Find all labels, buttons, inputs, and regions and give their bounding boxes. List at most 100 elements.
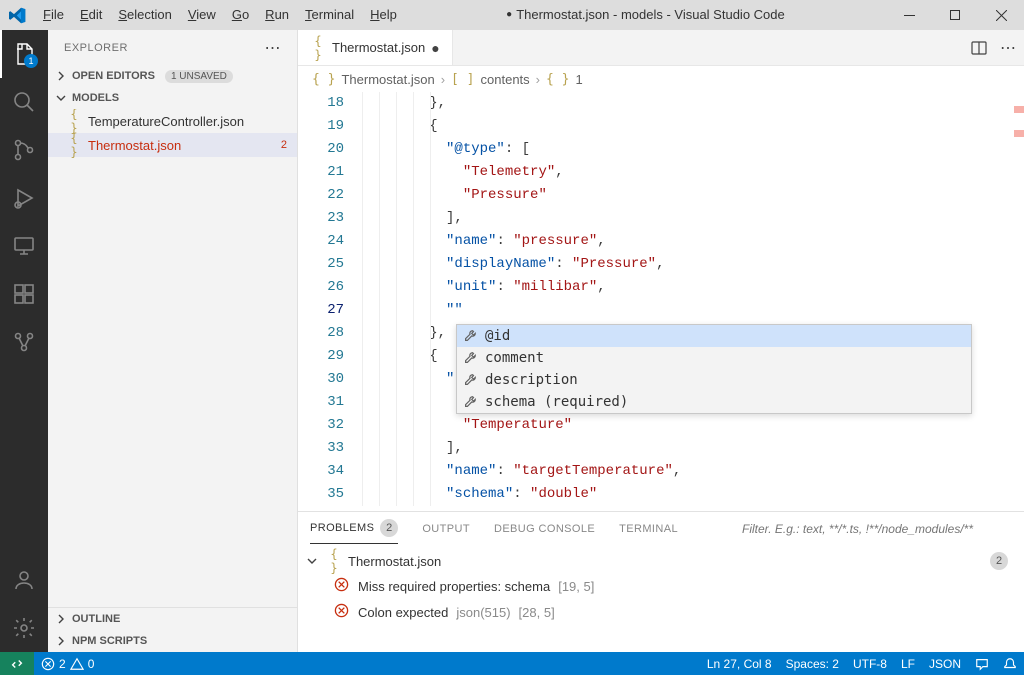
json-icon: { } (312, 72, 335, 87)
panel-tabs: PROBLEMS 2 OUTPUT DEBUG CONSOLE TERMINAL (298, 512, 1024, 545)
menu-view[interactable]: View (180, 0, 224, 30)
code-line[interactable]: }, (362, 92, 1024, 115)
file-problem-badge: 2 (990, 552, 1008, 570)
suggest-item[interactable]: description (457, 369, 971, 391)
activity-extensions[interactable] (0, 270, 48, 318)
activity-settings[interactable] (0, 604, 48, 652)
window-controls (886, 0, 1024, 30)
status-errors[interactable]: 2 0 (34, 652, 101, 675)
menu-bar: File Edit Selection View Go Run Terminal… (35, 0, 405, 30)
status-feedback[interactable] (968, 652, 996, 675)
wrench-icon (463, 351, 479, 365)
chevron-down-icon (306, 555, 320, 567)
sidebar-more-icon[interactable]: ⋯ (265, 38, 282, 58)
activity-bottom (0, 556, 48, 652)
vscode-logo-icon (0, 7, 35, 24)
line-gutter: 181920212223242526272829303132333435 (298, 92, 362, 511)
suggest-item[interactable]: schema (required) (457, 391, 971, 413)
code-line[interactable]: "Telemetry", (362, 161, 1024, 184)
overview-ruler[interactable] (1008, 92, 1024, 472)
error-icon (334, 603, 350, 621)
minimize-button[interactable] (886, 0, 932, 30)
activity-debug[interactable] (0, 174, 48, 222)
suggest-item[interactable]: comment (457, 347, 971, 369)
menu-file[interactable]: File (35, 0, 72, 30)
activity-search[interactable] (0, 78, 48, 126)
file-list: { }TemperatureController.json{ }Thermost… (48, 109, 297, 607)
tab-actions: ⋯ (960, 30, 1024, 65)
problem-item[interactable]: Miss required properties: schema[19, 5] (306, 573, 1016, 599)
npm-scripts-section[interactable]: NPM SCRIPTS (48, 630, 297, 652)
json-icon: { } (310, 34, 326, 62)
status-spaces[interactable]: Spaces: 2 (779, 652, 846, 675)
menu-go[interactable]: Go (224, 0, 257, 30)
json-icon: { } (66, 131, 82, 159)
code-line[interactable]: ], (362, 437, 1024, 460)
autocomplete-popup: @idcommentdescriptionschema (required) (456, 324, 972, 414)
wrench-icon (463, 373, 479, 387)
status-lang[interactable]: JSON (922, 652, 968, 675)
problem-item[interactable]: Colon expectedjson(515)[28, 5] (306, 599, 1016, 625)
panel-filter[interactable] (742, 521, 1012, 536)
file-row[interactable]: { }Thermostat.json2 (48, 133, 297, 157)
code-content[interactable]: }, { "@type": [ "Telemetry", "Pressure" … (362, 92, 1024, 511)
status-bell[interactable] (996, 652, 1024, 675)
activity-explorer[interactable]: 1 (0, 30, 48, 78)
menu-run[interactable]: Run (257, 0, 297, 30)
code-line[interactable]: "@type": [ (362, 138, 1024, 161)
dirty-indicator-icon: ● (506, 0, 512, 30)
suggest-item[interactable]: @id (457, 325, 971, 347)
status-encoding[interactable]: UTF-8 (846, 652, 894, 675)
code-editor[interactable]: 181920212223242526272829303132333435 }, … (298, 92, 1024, 511)
error-marker (1014, 106, 1024, 113)
menu-edit[interactable]: Edit (72, 0, 110, 30)
sidebar-header: EXPLORER ⋯ (48, 30, 297, 65)
activity-scm[interactable] (0, 126, 48, 174)
tab-thermostat[interactable]: { } Thermostat.json ● (298, 30, 453, 65)
filter-input[interactable] (742, 522, 1012, 536)
sidebar-bottom: OUTLINE NPM SCRIPTS (48, 607, 297, 652)
folder-section[interactable]: MODELS (48, 87, 297, 109)
code-line[interactable]: "Temperature" (362, 414, 1024, 437)
code-line[interactable]: "schema": "double" (362, 483, 1024, 506)
error-icon (334, 577, 350, 595)
menu-terminal[interactable]: Terminal (297, 0, 362, 30)
maximize-button[interactable] (932, 0, 978, 30)
menu-help[interactable]: Help (362, 0, 405, 30)
open-editors-section[interactable]: OPEN EDITORS 1 UNSAVED (48, 65, 297, 87)
status-eol[interactable]: LF (894, 652, 922, 675)
code-line[interactable]: { (362, 115, 1024, 138)
panel-tab-output[interactable]: OUTPUT (422, 523, 470, 535)
split-editor-button[interactable] (968, 37, 990, 59)
code-line[interactable]: "name": "targetTemperature", (362, 460, 1024, 483)
json-icon: { } (326, 547, 342, 575)
chevron-down-icon (54, 92, 68, 104)
close-button[interactable] (978, 0, 1024, 30)
panel-tab-problems[interactable]: PROBLEMS 2 (310, 519, 398, 544)
file-error-badge: 2 (281, 139, 287, 151)
activity-remote[interactable] (0, 222, 48, 270)
remote-button[interactable] (0, 652, 34, 675)
panel-tab-terminal[interactable]: TERMINAL (619, 523, 678, 535)
sidebar: EXPLORER ⋯ OPEN EDITORS 1 UNSAVED MODELS… (48, 30, 298, 652)
main: 1 EXPLORER ⋯ OPEN EDITORS 1 UNSAVED MODE… (0, 30, 1024, 652)
code-line[interactable]: ], (362, 207, 1024, 230)
file-row[interactable]: { }TemperatureController.json (48, 109, 297, 133)
problem-file-row[interactable]: { } Thermostat.json 2 (306, 549, 1016, 573)
menu-selection[interactable]: Selection (110, 0, 179, 30)
code-line[interactable]: "displayName": "Pressure", (362, 253, 1024, 276)
window-title: ● Thermostat.json - models - Visual Stud… (405, 0, 886, 30)
outline-section[interactable]: OUTLINE (48, 608, 297, 630)
code-line[interactable]: "unit": "millibar", (362, 276, 1024, 299)
breadcrumbs[interactable]: { } Thermostat.json › [ ] contents › { }… (298, 66, 1024, 92)
activity-graph[interactable] (0, 318, 48, 366)
editor-more-icon[interactable]: ⋯ (1000, 38, 1016, 58)
code-line[interactable]: "name": "pressure", (362, 230, 1024, 253)
code-line[interactable]: "Pressure" (362, 184, 1024, 207)
bottom-panel: PROBLEMS 2 OUTPUT DEBUG CONSOLE TERMINAL… (298, 511, 1024, 652)
panel-tab-debug[interactable]: DEBUG CONSOLE (494, 523, 595, 535)
status-cursor[interactable]: Ln 27, Col 8 (700, 652, 779, 675)
activity-account[interactable] (0, 556, 48, 604)
code-line[interactable]: "" (362, 299, 1024, 322)
chevron-right-icon (54, 70, 68, 82)
